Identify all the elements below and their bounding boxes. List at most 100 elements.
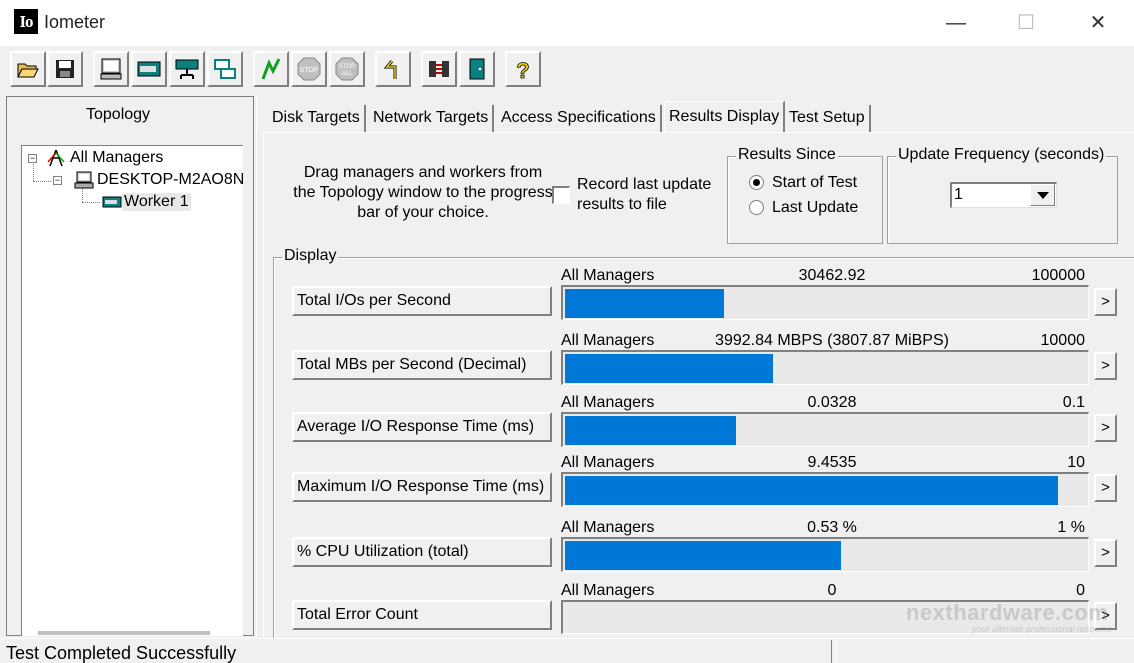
green-flag-icon	[261, 58, 281, 80]
metric-source-label: All Managers	[561, 267, 655, 284]
all-managers-icon	[47, 149, 65, 167]
progress-fill	[565, 354, 773, 383]
metric-button-errors[interactable]: Total Error Count	[292, 600, 552, 630]
expand-button[interactable]: >	[1094, 539, 1117, 567]
metric-value: 0.53 %	[807, 519, 857, 536]
record-results-label[interactable]: Record last update results to file	[577, 175, 727, 215]
watermark-logo: nexthardware.com	[906, 600, 1109, 625]
metric-button-cpu[interactable]: % CPU Utilization (total)	[292, 537, 552, 567]
help-button[interactable]: ?	[505, 51, 541, 87]
metric-source-label: All Managers	[561, 582, 655, 599]
expand-button[interactable]: >	[1094, 288, 1117, 316]
tree-item-worker[interactable]: Worker 1	[122, 193, 191, 211]
topology-title: Topology	[86, 106, 151, 123]
status-bar: Test Completed Successfully	[0, 638, 1134, 663]
metric-button-avg-response[interactable]: Average I/O Response Time (ms)	[292, 412, 552, 442]
radio-start-of-test[interactable]	[749, 175, 764, 190]
exit-door-icon	[469, 58, 485, 80]
expand-button[interactable]: >	[1094, 414, 1117, 442]
svg-text:STOP: STOP	[300, 67, 319, 74]
tree-item-all-managers[interactable]: All Managers	[70, 149, 163, 167]
progress-bar[interactable]	[561, 350, 1089, 385]
topology-tree[interactable]: − All Managers − DESKTOP-M2AO8N Worker 1	[21, 145, 243, 636]
help-question-icon: ?	[516, 58, 530, 81]
close-button[interactable]: ✕	[1083, 10, 1113, 36]
results-since-title: Results Since	[736, 146, 838, 164]
exit-button[interactable]	[459, 51, 495, 87]
expand-button[interactable]: >	[1094, 474, 1117, 502]
metric-max: 100000	[1031, 267, 1085, 284]
open-config-button[interactable]	[10, 51, 46, 87]
title-bar: Io Iometer — ☐ ✕	[0, 0, 1134, 46]
tree-item-manager[interactable]: DESKTOP-M2AO8N	[97, 171, 243, 189]
progress-bar[interactable]	[561, 412, 1089, 447]
metric-button-max-response[interactable]: Maximum I/O Response Time (ms)	[292, 472, 552, 502]
metric-value: 9.4535	[807, 454, 857, 471]
tab-access-specifications[interactable]: Access Specifications	[497, 105, 662, 133]
metric-value: 0	[827, 582, 837, 599]
stop-all-button[interactable]: STOP ALL	[329, 51, 365, 87]
start-network-worker-button[interactable]	[169, 51, 205, 87]
update-frequency-title: Update Frequency (seconds)	[896, 146, 1107, 164]
svg-text:?: ?	[516, 58, 529, 81]
metric-value: 30462.92	[798, 267, 866, 284]
collapse-toggle-manager[interactable]: −	[53, 176, 62, 185]
status-cell	[836, 640, 1134, 663]
start-disk-worker-button[interactable]	[131, 51, 167, 87]
metric-max: 0	[1076, 582, 1085, 599]
tree-horizontal-scrollbar[interactable]	[38, 631, 210, 635]
radio-start-of-test-label[interactable]: Start of Test	[772, 174, 857, 192]
metric-max: 1 %	[1057, 519, 1085, 536]
drag-instructions: Drag managers and workers from the Topol…	[293, 164, 553, 221]
progress-bar[interactable]	[561, 472, 1089, 507]
toolbar: STOP STOP ALL ?	[0, 46, 1134, 94]
stop-sign-icon: STOP	[297, 57, 321, 81]
metric-button-total-ios[interactable]: Total I/Os per Second	[292, 286, 552, 316]
tab-test-setup[interactable]: Test Setup	[785, 105, 871, 133]
metric-source-label: All Managers	[561, 332, 655, 349]
manager-computer-icon	[74, 171, 94, 189]
stop-button[interactable]: STOP	[291, 51, 327, 87]
progress-bar[interactable]	[561, 537, 1089, 572]
progress-fill	[565, 541, 841, 570]
watermark-tagline: your ultimate professional resource	[972, 624, 1113, 634]
tab-results-display[interactable]: Results Display	[664, 101, 786, 133]
start-tests-button[interactable]	[253, 51, 289, 87]
worker-disk-icon	[102, 196, 122, 208]
disconnect-button[interactable]	[421, 51, 457, 87]
metric-max: 0.1	[1062, 394, 1085, 411]
metric-source-label: All Managers	[561, 454, 655, 471]
metric-value: 3992.84 MBPS (3807.87 MiBPS)	[715, 332, 949, 349]
progress-fill	[565, 476, 1058, 505]
minimize-button[interactable]: —	[941, 10, 971, 36]
radio-last-update-label[interactable]: Last Update	[772, 199, 858, 217]
update-frequency-value[interactable]: 1	[954, 186, 963, 204]
save-config-button[interactable]	[47, 51, 83, 87]
progress-bar[interactable]	[561, 285, 1089, 320]
record-results-checkbox[interactable]	[552, 186, 570, 204]
chevron-down-icon	[1037, 192, 1049, 199]
duplicate-icon	[214, 59, 236, 79]
progress-fill	[565, 416, 736, 445]
open-folder-icon	[17, 63, 39, 78]
maximize-button[interactable]: ☐	[1011, 10, 1041, 36]
duplicate-worker-button[interactable]	[207, 51, 243, 87]
display-title: Display	[282, 247, 339, 265]
metric-source-label: All Managers	[561, 394, 655, 411]
expand-button[interactable]: >	[1094, 352, 1117, 380]
start-manager-button[interactable]	[93, 51, 129, 87]
tab-network-targets[interactable]: Network Targets	[369, 105, 495, 133]
radio-last-update[interactable]	[749, 200, 764, 215]
network-worker-icon	[175, 59, 199, 79]
collapse-toggle[interactable]: −	[28, 154, 37, 163]
dropdown-button[interactable]	[1030, 184, 1055, 206]
metric-max: 10000	[1040, 332, 1086, 349]
tab-disk-targets[interactable]: Disk Targets	[268, 105, 366, 133]
metric-button-total-mbs[interactable]: Total MBs per Second (Decimal)	[292, 350, 552, 380]
computer-icon	[100, 58, 122, 80]
status-text: Test Completed Successfully	[0, 640, 832, 663]
disk-worker-icon	[137, 61, 161, 77]
reset-workers-button[interactable]	[375, 51, 411, 87]
window-title: Iometer	[44, 12, 106, 32]
metric-value: 0.0328	[807, 394, 857, 411]
